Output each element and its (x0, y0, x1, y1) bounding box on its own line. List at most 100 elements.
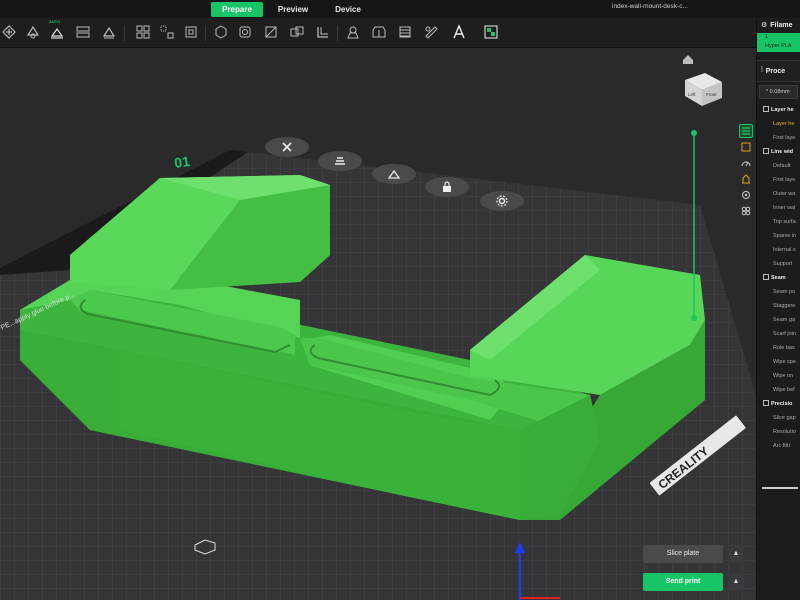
group-icon (763, 400, 769, 406)
delete-object-button[interactable] (265, 137, 309, 157)
side-tool-strip (739, 124, 755, 220)
height-gizmo-bottom-handle[interactable] (691, 315, 697, 321)
settings-group-header[interactable]: Precisio (757, 397, 800, 411)
title-bar: Prepare Preview Device index-wall-mount-… (0, 0, 800, 18)
arrange-objects-button[interactable] (318, 151, 362, 171)
view-cube-left-label: Left (688, 92, 696, 97)
speed-icon[interactable] (739, 156, 753, 170)
setting-label: Wipe on (773, 373, 794, 379)
setting-row[interactable]: Inner wal (757, 201, 800, 215)
lock-object-button[interactable] (425, 177, 469, 197)
filament-slot-1[interactable]: 1 Hyper PLA (757, 33, 800, 52)
setting-label: Seam (771, 275, 786, 281)
filament-header[interactable]: ⚙ Filame (757, 18, 800, 32)
measure-icon[interactable] (396, 23, 414, 41)
send-options-caret-button[interactable]: ▲ (728, 573, 744, 591)
others-icon[interactable] (739, 204, 753, 218)
settings-group-header[interactable]: Seam (757, 271, 800, 285)
toolbar-divider (124, 25, 125, 41)
setting-label: Arc fitti (773, 443, 790, 449)
setting-row[interactable]: Internal s (757, 243, 800, 257)
setting-row[interactable]: First laye (757, 173, 800, 187)
setting-row[interactable]: Wipe bef (757, 383, 800, 397)
text-icon[interactable] (450, 23, 468, 41)
setting-label: First laye (773, 135, 796, 141)
setting-label: Layer he (773, 121, 795, 127)
slicer-app: Prepare Preview Device index-wall-mount-… (0, 0, 800, 600)
setting-row[interactable]: Top surfa (757, 215, 800, 229)
setting-row[interactable]: Seam po (757, 285, 800, 299)
settings-panel: ⚙ Filame 1 Hyper PLA ⫶ Proce * 0.08mm La… (756, 18, 800, 600)
quality-icon[interactable] (739, 140, 753, 154)
orient-icon[interactable] (24, 23, 42, 41)
setting-label: Line wid (771, 149, 793, 155)
setting-row[interactable]: Arc fitti (757, 439, 800, 453)
send-print-button[interactable]: Send print (643, 573, 723, 591)
arrange-icon[interactable] (74, 23, 92, 41)
cut-icon[interactable] (262, 23, 280, 41)
seam-paint-icon[interactable] (344, 23, 362, 41)
setting-row[interactable]: Role bas (757, 341, 800, 355)
setting-label: Staggere (773, 303, 796, 309)
setting-row[interactable]: Staggere (757, 299, 800, 313)
setting-row[interactable]: Support (757, 257, 800, 271)
auto-orient-object-button[interactable] (372, 164, 416, 184)
slice-plate-button[interactable]: Slice plate (643, 545, 723, 563)
slice-options-caret-button[interactable]: ▲ (728, 545, 744, 563)
setting-row[interactable]: Slice gap (757, 411, 800, 425)
support-paint-icon[interactable] (314, 23, 332, 41)
setting-row[interactable]: Scarf join (757, 327, 800, 341)
setting-label: Wipe bef (773, 387, 795, 393)
view-cube[interactable]: Left Front (685, 73, 722, 106)
setting-row[interactable]: Resolutio (757, 425, 800, 439)
grid-icon[interactable] (158, 23, 176, 41)
setting-row[interactable]: Wipe spe (757, 355, 800, 369)
split-icon[interactable] (134, 23, 152, 41)
plate-number: 01 (173, 153, 191, 171)
height-gizmo-top-handle[interactable] (691, 130, 697, 136)
layout-icon[interactable] (100, 23, 118, 41)
panel-horizontal-scrollbar[interactable] (762, 487, 798, 489)
support-icon[interactable] (739, 188, 753, 202)
filament-index: 1 (765, 34, 769, 40)
setting-row[interactable]: Seam ga (757, 313, 800, 327)
object-settings-button[interactable] (480, 191, 524, 211)
scene-canvas[interactable]: 01 CREALITY PE...apply glue before p... (0, 48, 756, 600)
close-icon (282, 142, 292, 152)
assemble-icon[interactable] (422, 23, 440, 41)
variable-layer-icon[interactable] (482, 23, 500, 41)
orient-icon (387, 169, 401, 179)
setting-row[interactable]: Layer he (757, 117, 800, 131)
move-icon[interactable] (182, 23, 200, 41)
group-icon (763, 106, 769, 112)
color-paint-icon[interactable] (370, 23, 388, 41)
scale-icon[interactable] (236, 23, 254, 41)
rotate-icon[interactable] (212, 23, 230, 41)
settings-group-header[interactable]: Line wid (757, 145, 800, 159)
home-view-icon[interactable] (683, 55, 693, 64)
setting-label: Role bas (773, 345, 795, 351)
setting-row[interactable]: Sparse in (757, 229, 800, 243)
setting-label: First laye (773, 177, 796, 183)
3d-viewport[interactable]: 01 CREALITY PE...apply glue before p... (0, 48, 756, 600)
group-icon (763, 148, 769, 154)
auto-orient-icon[interactable]: AUTO (48, 19, 66, 41)
setting-row[interactable]: Wipe on (757, 369, 800, 383)
mirror-icon[interactable] (288, 23, 306, 41)
setting-row[interactable]: Outer wa (757, 187, 800, 201)
tab-device[interactable]: Device (322, 2, 374, 17)
process-header[interactable]: ⫶ Proce (757, 60, 800, 82)
layer-height-tool-icon[interactable] (739, 124, 753, 138)
settings-list: Layer he Layer he First laye Line wid Defaul… (757, 103, 800, 453)
tab-preview[interactable]: Preview (267, 2, 319, 17)
process-preset-select[interactable]: * 0.08mm (759, 85, 798, 99)
setting-row[interactable]: Default (757, 159, 800, 173)
tab-prepare[interactable]: Prepare (211, 2, 263, 17)
add-icon[interactable] (0, 23, 18, 41)
settings-group-header[interactable]: Layer he (757, 103, 800, 117)
setting-label: Internal s (773, 247, 796, 253)
strength-icon[interactable] (739, 172, 753, 186)
auto-label: AUTO (49, 19, 61, 24)
setting-row[interactable]: First laye (757, 131, 800, 145)
setting-label: Sparse in (773, 233, 797, 239)
